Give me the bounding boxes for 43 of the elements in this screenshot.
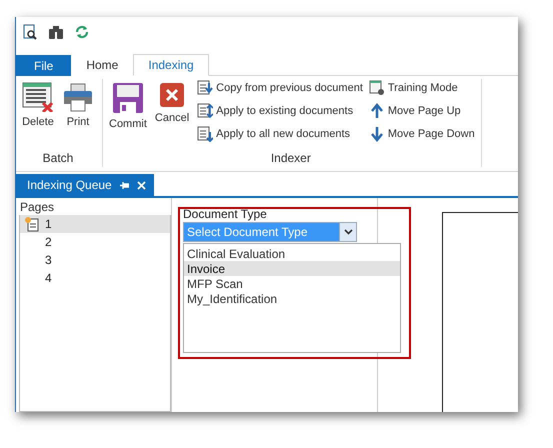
table-delete-icon bbox=[22, 82, 54, 112]
panel-label: Pages bbox=[19, 199, 56, 214]
ribbon-button[interactable]: Cancel bbox=[152, 79, 192, 151]
binoculars-icon bbox=[48, 24, 64, 40]
document-search-icon bbox=[22, 24, 38, 40]
document-updown-icon bbox=[197, 103, 214, 119]
dropdown-option[interactable]: My_Identification bbox=[184, 291, 400, 306]
save-icon bbox=[112, 82, 144, 114]
close-icon bbox=[136, 180, 146, 190]
field-label: Document Type bbox=[183, 207, 268, 221]
ribbon-button[interactable]: Print bbox=[60, 79, 96, 151]
page-item[interactable]: 4 bbox=[20, 269, 170, 287]
ribbon-tab[interactable]: Indexing bbox=[133, 54, 209, 76]
ribbon-button[interactable]: Move Page Down bbox=[368, 125, 475, 143]
arrow-down-icon bbox=[368, 126, 385, 142]
printer-icon bbox=[62, 82, 94, 112]
arrow-up-icon bbox=[368, 103, 385, 119]
group-label: Batch bbox=[42, 151, 74, 167]
ribbon-button[interactable]: Training Mode bbox=[368, 79, 475, 97]
document-copy-icon bbox=[197, 80, 214, 96]
dropdown-option[interactable]: Invoice bbox=[184, 261, 400, 276]
new-page-icon bbox=[24, 216, 40, 232]
page-item[interactable]: 1 bbox=[20, 215, 170, 233]
dock-tab[interactable]: Indexing Queue bbox=[16, 174, 154, 196]
page-item[interactable]: 2 bbox=[20, 233, 170, 251]
ribbon-button[interactable]: Move Page Up bbox=[368, 102, 475, 120]
ribbon-tab[interactable]: Home bbox=[71, 54, 134, 76]
ribbon-button[interactable]: Copy from previous document bbox=[197, 79, 363, 97]
ribbon-button[interactable]: Apply to all new documents bbox=[197, 125, 363, 143]
pin-icon bbox=[120, 180, 129, 190]
ribbon-button[interactable]: Commit bbox=[107, 79, 149, 151]
chevron-down-icon bbox=[344, 229, 352, 235]
file-tab[interactable]: File bbox=[16, 55, 72, 76]
tab-label: Indexing Queue bbox=[27, 178, 112, 192]
refresh-icon bbox=[74, 24, 90, 40]
page-item[interactable]: 3 bbox=[20, 251, 170, 269]
cancel-icon bbox=[159, 82, 186, 108]
ribbon-button[interactable]: Delete bbox=[20, 79, 56, 151]
group-label: Indexer bbox=[270, 151, 311, 167]
ribbon-button[interactable]: Apply to existing documents bbox=[197, 102, 363, 120]
dropdown-option[interactable]: Clinical Evaluation bbox=[184, 246, 400, 261]
document-down-icon bbox=[197, 126, 214, 142]
dropdown-option[interactable]: MFP Scan bbox=[184, 276, 400, 291]
